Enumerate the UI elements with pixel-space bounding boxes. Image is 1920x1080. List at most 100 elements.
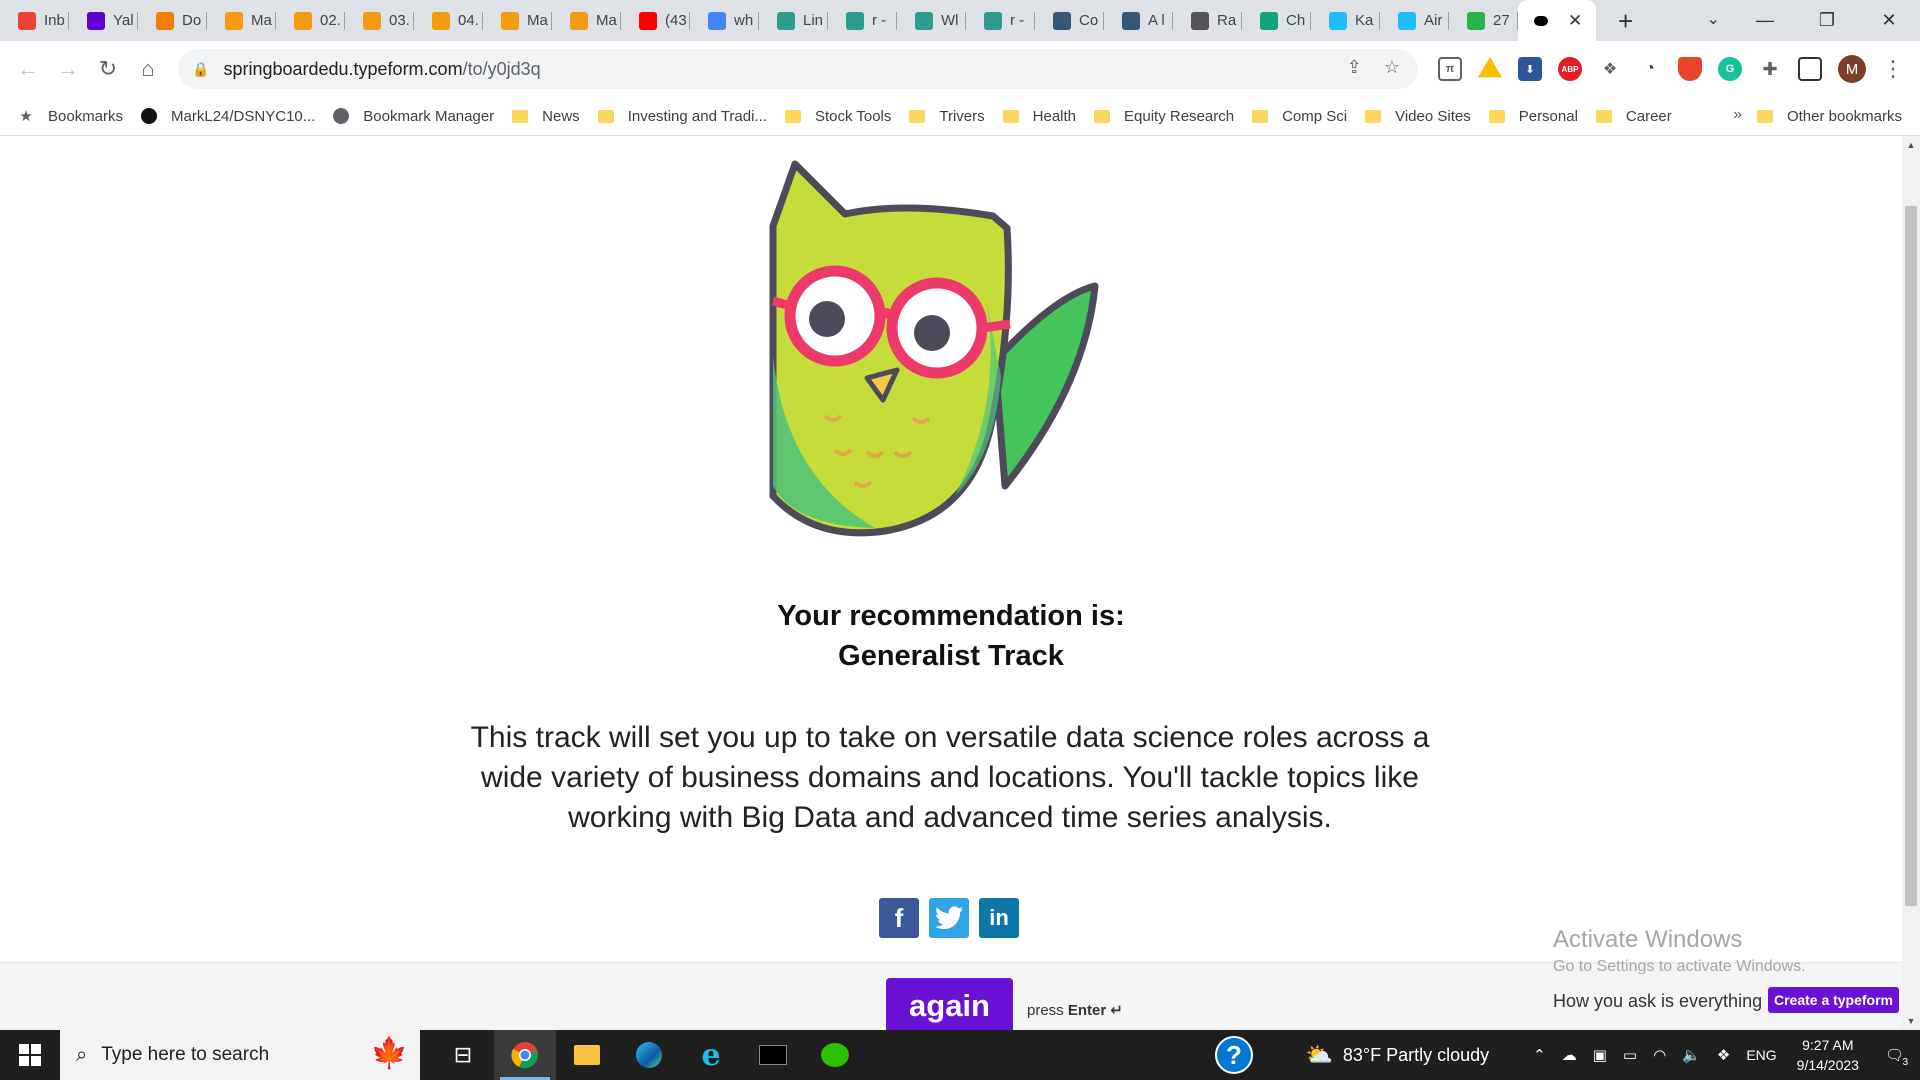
browser-tab[interactable]: 03. <box>345 0 414 41</box>
volume-icon[interactable]: 🔈 <box>1682 1046 1701 1064</box>
google-icon <box>708 11 726 30</box>
scroll-down-icon[interactable]: ▼ <box>1902 1016 1920 1026</box>
download-icon[interactable]: ⬇ <box>1518 57 1542 81</box>
browser-tab[interactable]: Co <box>1035 0 1104 41</box>
terminal-icon[interactable] <box>742 1030 804 1080</box>
bookmarks-overflow[interactable]: » <box>1733 106 1742 124</box>
new-tab-button[interactable]: + <box>1618 8 1633 34</box>
language-indicator[interactable]: ENG <box>1746 1047 1776 1063</box>
again-button[interactable]: again <box>886 978 1013 1030</box>
wechat-icon[interactable] <box>804 1030 866 1080</box>
bookmark-item[interactable]: Career <box>1595 108 1672 125</box>
close-window-icon[interactable]: ✕ <box>1858 10 1920 31</box>
bookmark-star-icon[interactable]: ☆ <box>1384 57 1400 78</box>
file-explorer-icon[interactable] <box>556 1030 618 1080</box>
bookmark-item[interactable]: Personal <box>1488 108 1578 125</box>
adblock-icon[interactable]: ABP <box>1558 57 1582 81</box>
folder-icon <box>597 108 614 124</box>
facebook-icon[interactable]: f <box>879 898 919 938</box>
scrollbar-thumb[interactable] <box>1905 206 1917 906</box>
browser-tab[interactable]: wh <box>690 0 759 41</box>
browser-tab[interactable]: 27 <box>1449 0 1518 41</box>
bookmark-item[interactable]: MarkL24/DSNYC10... <box>141 108 315 125</box>
chevron-up-icon[interactable]: ⌃ <box>1533 1046 1546 1064</box>
close-icon[interactable]: ✕ <box>1568 11 1582 31</box>
scroll-up-icon[interactable]: ▲ <box>1902 140 1920 150</box>
browser-tab[interactable]: Yal <box>69 0 138 41</box>
layers-icon <box>984 11 1002 30</box>
reload-icon[interactable]: ↻ <box>88 49 128 89</box>
tab-label: 03. <box>389 12 410 29</box>
bookmark-item[interactable]: Comp Sci <box>1252 108 1347 125</box>
other-bookmarks[interactable]: Other bookmarks <box>1756 97 1902 136</box>
linkedin-icon[interactable]: in <box>979 898 1019 938</box>
browser-tab[interactable]: Inb <box>0 0 69 41</box>
battery-icon[interactable]: ▭ <box>1623 1046 1637 1064</box>
forward-icon[interactable]: → <box>48 49 88 89</box>
puzzle-icon[interactable]: ✚ <box>1758 57 1782 81</box>
browser-tab[interactable]: Ma <box>207 0 276 41</box>
bookmark-item[interactable]: ★ Bookmarks <box>18 108 123 126</box>
browser-tab[interactable]: Ma <box>552 0 621 41</box>
browser-tab[interactable]: r - <box>828 0 897 41</box>
tab-search-icon[interactable]: ⌄ <box>1707 9 1720 29</box>
browser-tab[interactable]: Wl <box>897 0 966 41</box>
browser-tab[interactable]: r - <box>966 0 1035 41</box>
bookmark-label: Health <box>1032 107 1077 125</box>
browser-tab[interactable]: Ma <box>483 0 552 41</box>
back-icon[interactable]: ← <box>8 49 48 89</box>
browser-tab[interactable]: Lin <box>759 0 828 41</box>
bookmark-item[interactable]: News <box>512 108 580 125</box>
bookmark-item[interactable]: Investing and Tradi... <box>597 108 767 125</box>
speed-icon[interactable]: ◔ <box>1638 57 1662 81</box>
github-icon <box>141 108 158 124</box>
grammarly-icon[interactable]: G <box>1718 57 1742 81</box>
bookmark-item[interactable]: Video Sites <box>1365 108 1471 125</box>
bookmark-item[interactable]: Stock Tools <box>784 108 891 125</box>
dropbox-tray-icon[interactable]: ❖ <box>1717 1046 1730 1064</box>
reader-extension-icon[interactable]: π <box>1438 57 1462 81</box>
bookmark-item[interactable]: Bookmark Manager <box>333 108 494 125</box>
page-scrollbar[interactable]: ▲ ▼ <box>1902 136 1920 1030</box>
monitor-icon[interactable]: ▣ <box>1593 1046 1607 1064</box>
dropbox-icon[interactable]: ❖ <box>1598 57 1622 81</box>
lock-icon[interactable]: 🔒 <box>192 61 209 78</box>
minimize-icon[interactable]: — <box>1734 10 1796 31</box>
internet-explorer-icon[interactable]: e <box>680 1030 742 1080</box>
share-icon[interactable]: ⇪ <box>1347 57 1362 78</box>
side-panel-icon[interactable] <box>1798 57 1822 81</box>
taskbar-search[interactable]: ⌕ Type here to search 🍁 <box>60 1030 420 1080</box>
browser-tab[interactable]: Ra <box>1173 0 1242 41</box>
address-bar[interactable]: 🔒 springboardedu.typeform.com/to/y0jd3q … <box>178 49 1418 89</box>
clock[interactable]: 9:27 AM 9/14/2023 <box>1797 1035 1859 1075</box>
tab-active-typeform[interactable]: ✕ <box>1518 0 1596 41</box>
notifications-icon[interactable]: 🗨 3 <box>1885 1046 1908 1068</box>
twitter-icon[interactable] <box>929 898 969 938</box>
shield-icon[interactable] <box>1678 57 1702 81</box>
browser-tab[interactable]: Ka <box>1311 0 1380 41</box>
browser-tab[interactable]: Air <box>1380 0 1449 41</box>
drive-icon[interactable] <box>1478 57 1502 78</box>
bookmark-item[interactable]: Health <box>1002 107 1077 125</box>
browser-tab[interactable]: 04. <box>414 0 483 41</box>
wifi-icon[interactable]: ◠ <box>1653 1046 1666 1064</box>
home-icon[interactable]: ⌂ <box>128 49 168 89</box>
bookmark-item[interactable]: Trivers <box>909 108 985 125</box>
bookmark-item[interactable]: Equity Research <box>1094 108 1234 125</box>
browser-tab[interactable]: Ch <box>1242 0 1311 41</box>
create-typeform-button[interactable]: Create a typeform <box>1768 987 1899 1013</box>
edge-icon[interactable] <box>618 1030 680 1080</box>
browser-tab[interactable]: A l <box>1104 0 1173 41</box>
cloud-sync-icon[interactable]: ☁ <box>1562 1046 1577 1064</box>
chrome-icon[interactable] <box>494 1030 556 1080</box>
windows-start-icon[interactable] <box>0 1030 60 1080</box>
browser-tab[interactable]: 02. <box>276 0 345 41</box>
help-icon[interactable]: ? <box>1215 1036 1253 1074</box>
restore-icon[interactable]: ❐ <box>1796 10 1858 31</box>
profile-avatar[interactable]: M <box>1838 55 1866 83</box>
browser-tab[interactable]: Do <box>138 0 207 41</box>
menu-icon[interactable]: ⋮ <box>1882 56 1904 82</box>
browser-tab[interactable]: (43 <box>621 0 690 41</box>
task-view-icon[interactable]: ⊟ <box>432 1030 494 1080</box>
weather-widget[interactable]: ⛅ 83°F Partly cloudy <box>1305 1042 1489 1068</box>
